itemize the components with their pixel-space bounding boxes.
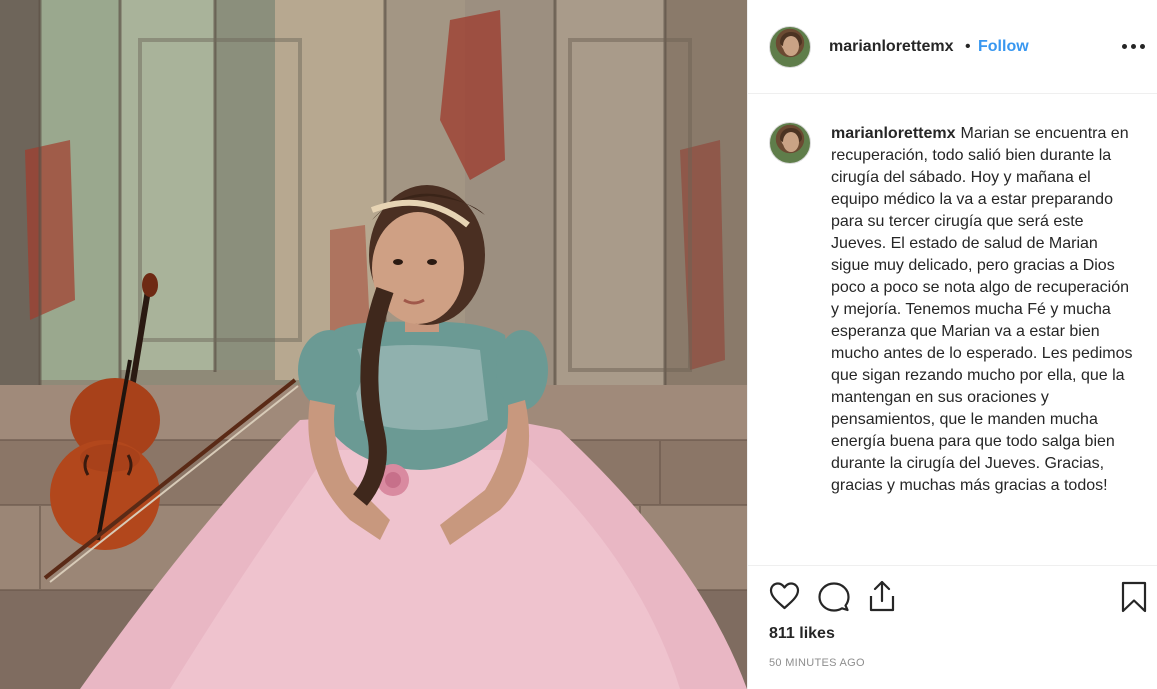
avatar-face: [783, 36, 799, 56]
caption-text: marianlorettemx Marian se encuentra en re…: [831, 123, 1136, 497]
post-timestamp[interactable]: 50 MINUTES AGO: [769, 657, 865, 669]
avatar[interactable]: [769, 26, 811, 68]
post-header: marianlorettemx • Follow: [748, 0, 1157, 94]
header-username[interactable]: marianlorettemx: [829, 38, 954, 56]
bookmark-icon[interactable]: [1121, 581, 1147, 613]
heart-icon[interactable]: [769, 581, 800, 610]
post-photo: [0, 0, 747, 689]
photo-illustration: [0, 0, 747, 689]
caption-section: marianlorettemx Marian se encuentra en re…: [748, 94, 1157, 566]
caption-avatar[interactable]: [769, 122, 811, 164]
follow-button[interactable]: Follow: [978, 38, 1029, 56]
post-sidebar: marianlorettemx • Follow marianlorettemx…: [747, 0, 1157, 689]
share-icon[interactable]: [868, 580, 896, 612]
avatar-face: [783, 132, 799, 152]
more-options-icon[interactable]: [1122, 44, 1146, 50]
caption-username[interactable]: marianlorettemx: [831, 125, 956, 142]
caption-body: Marian se encuentra en recuperación, tod…: [831, 125, 1133, 494]
comment-icon[interactable]: [818, 581, 850, 613]
separator-dot: •: [965, 38, 971, 55]
likes-count[interactable]: 811 likes: [769, 625, 835, 643]
actions-section: 811 likes 50 MINUTES AGO: [748, 566, 1157, 689]
